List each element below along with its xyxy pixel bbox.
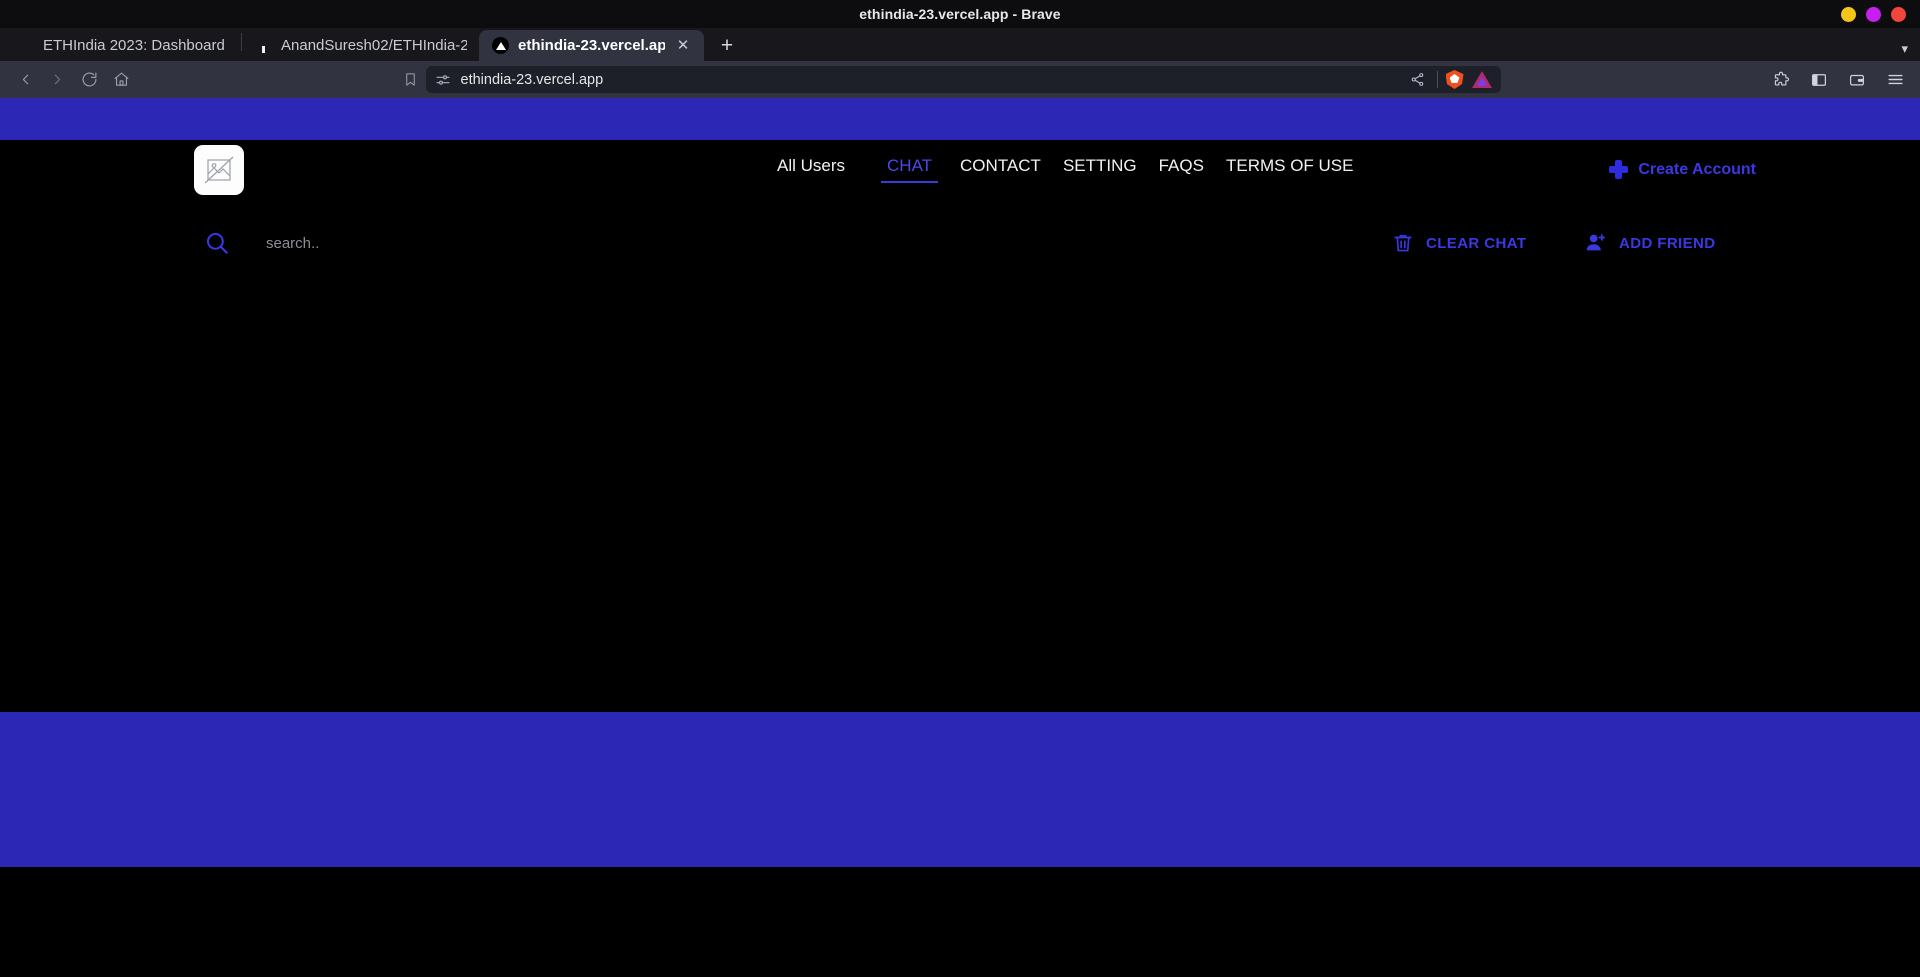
top-accent-band — [0, 98, 1920, 140]
close-icon[interactable]: ✕ — [674, 37, 692, 55]
chevron-down-icon[interactable]: ▾ — [1901, 42, 1908, 55]
brave-lion-icon[interactable] — [1445, 70, 1464, 89]
clear-chat-label: CLEAR CHAT — [1426, 234, 1527, 252]
toolbar-actions — [1760, 66, 1910, 94]
nav-item-all-users[interactable]: All Users — [777, 156, 873, 183]
chat-message-area — [0, 294, 1920, 712]
navigation-toolbar: ethindia-23.vercel.app — [0, 61, 1920, 98]
tab-ethindia-dashboard[interactable]: ETHIndia 2023: Dashboard | D — [4, 30, 241, 61]
nav-item-chat[interactable]: CHAT — [873, 156, 946, 183]
nav-item-contact[interactable]: CONTACT — [946, 156, 1063, 183]
search-input[interactable] — [266, 234, 566, 252]
main-navigation: All Users CHAT CONTACT SETTING FAQS TERM… — [777, 156, 1375, 183]
tab-title: ethindia-23.vercel.app — [518, 37, 665, 54]
address-bar[interactable]: ethindia-23.vercel.app — [425, 66, 1501, 94]
omnibox-actions — [1407, 66, 1492, 94]
minimize-button[interactable] — [1841, 6, 1856, 22]
new-tab-button[interactable]: + — [712, 30, 742, 60]
tab-github-repo[interactable]: AnandSuresh02/ETHIndia-23 — [242, 30, 479, 61]
maximize-button[interactable] — [1866, 6, 1881, 22]
nav-item-setting[interactable]: SETTING — [1063, 156, 1159, 183]
bookmark-icon[interactable] — [396, 66, 426, 94]
tab-strip: ETHIndia 2023: Dashboard | D AnandSuresh… — [0, 28, 1920, 61]
create-account-button[interactable]: Create Account — [1609, 160, 1756, 179]
home-icon[interactable] — [106, 66, 136, 94]
chat-action-bar: CLEAR CHAT ADD FRIEND — [0, 206, 1920, 294]
share-icon[interactable] — [1407, 66, 1429, 94]
puzzle-icon[interactable] — [1766, 66, 1796, 94]
vercel-icon — [492, 37, 509, 54]
sidebar-panel-icon[interactable] — [1804, 66, 1834, 94]
site-settings-icon[interactable] — [435, 72, 451, 88]
url-text: ethindia-23.vercel.app — [460, 71, 604, 88]
browser-window: ethindia-23.vercel.app - Brave ETHIndia … — [0, 0, 1920, 977]
nav-item-faqs[interactable]: FAQS — [1159, 156, 1226, 183]
clear-chat-button[interactable]: CLEAR CHAT — [1392, 232, 1526, 254]
site-header: All Users CHAT CONTACT SETTING FAQS TERM… — [0, 140, 1920, 206]
title-bar: ethindia-23.vercel.app - Brave — [0, 0, 1920, 28]
wallet-icon[interactable] — [1842, 66, 1872, 94]
site-logo[interactable] — [194, 145, 244, 195]
tab-title: ETHIndia 2023: Dashboard | D — [43, 37, 229, 54]
vercel-extension-icon[interactable] — [1471, 71, 1492, 88]
trash-icon — [1392, 232, 1414, 254]
back-icon[interactable] — [10, 66, 40, 94]
plus-icon — [1609, 160, 1629, 179]
create-account-label: Create Account — [1638, 160, 1756, 178]
omnibox-container: ethindia-23.vercel.app — [138, 66, 1758, 94]
search-icon[interactable] — [204, 230, 230, 256]
tab-ethindia-vercel-app[interactable]: ethindia-23.vercel.app ✕ — [479, 30, 704, 61]
reload-icon[interactable] — [74, 66, 104, 94]
nav-item-terms-of-use[interactable]: TERMS OF USE — [1226, 156, 1376, 183]
omnibox-divider — [1436, 71, 1438, 88]
bottom-accent-band — [0, 712, 1920, 867]
forward-icon[interactable] — [42, 66, 72, 94]
github-icon — [255, 37, 272, 54]
page-viewport: All Users CHAT CONTACT SETTING FAQS TERM… — [0, 98, 1920, 977]
add-friend-button[interactable]: ADD FRIEND — [1585, 232, 1716, 254]
close-button[interactable] — [1891, 6, 1906, 22]
person-add-icon — [1585, 232, 1607, 254]
hamburger-menu-icon[interactable] — [1880, 66, 1910, 94]
search-group — [204, 230, 566, 256]
docs-icon — [17, 37, 34, 54]
add-friend-label: ADD FRIEND — [1619, 234, 1716, 252]
broken-image-icon — [204, 156, 234, 184]
window-controls — [1841, 0, 1906, 28]
tab-title: AnandSuresh02/ETHIndia-23 — [281, 37, 467, 54]
window-title: ethindia-23.vercel.app - Brave — [859, 6, 1061, 22]
